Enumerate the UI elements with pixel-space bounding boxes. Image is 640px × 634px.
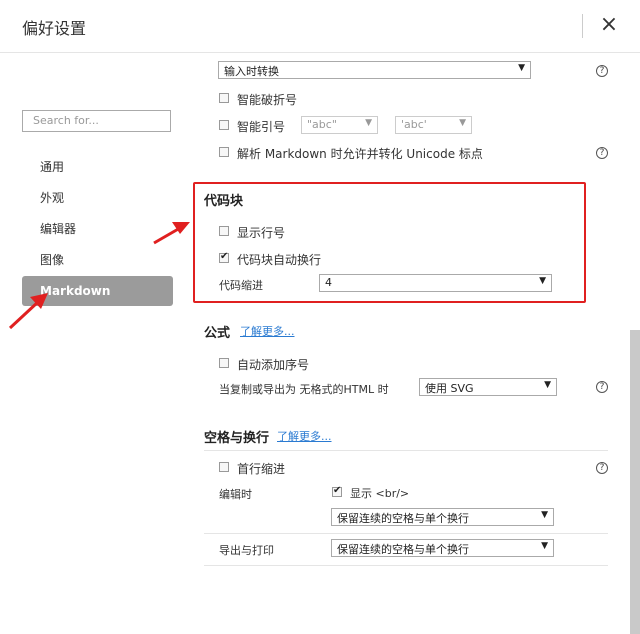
single-quote-select[interactable]: 'abc' ▼ <box>395 116 472 134</box>
help-icon[interactable]: ? <box>596 147 608 159</box>
math-export-select[interactable]: 使用 SVG ▼ <box>419 378 557 396</box>
chevron-down-icon: ▼ <box>541 510 548 520</box>
convert-select-value: 输入时转换 <box>224 65 279 78</box>
arrow-to-markdown <box>8 293 48 330</box>
chevron-down-icon: ▼ <box>459 118 466 128</box>
export-print-label: 导出与打印 <box>219 544 274 557</box>
unicode-label: 解析 Markdown 时允许并转化 Unicode 标点 <box>237 147 483 161</box>
double-quote-value: "abc" <box>307 118 337 131</box>
indent-select-value: 4 <box>325 276 332 289</box>
math-export-label: 当复制或导出为 无格式的HTML 时 <box>219 383 389 396</box>
auto-number-checkbox[interactable] <box>219 358 229 368</box>
section-divider <box>204 533 608 534</box>
unicode-checkbox[interactable] <box>219 147 229 157</box>
help-icon[interactable]: ? <box>596 381 608 393</box>
smart-quotes-checkbox[interactable] <box>219 120 229 130</box>
chevron-down-icon: ▼ <box>544 380 551 390</box>
chevron-down-icon: ▼ <box>518 63 525 73</box>
indent-label: 代码缩进 <box>219 279 263 292</box>
export-whitespace-select[interactable]: 保留连续的空格与单个换行 ▼ <box>331 539 554 557</box>
line-numbers-label: 显示行号 <box>237 226 286 240</box>
math-learn-more-link[interactable]: 了解更多... <box>240 323 295 339</box>
math-heading: 公式 <box>204 326 231 341</box>
codeblock-heading: 代码块 <box>204 194 244 209</box>
arrow-to-codeblock <box>153 222 190 245</box>
scrollbar[interactable] <box>630 330 640 634</box>
auto-wrap-checkbox[interactable] <box>219 251 229 263</box>
line-numbers-checkbox[interactable] <box>219 226 229 236</box>
double-quote-select[interactable]: "abc" ▼ <box>301 116 378 134</box>
smart-quotes-label: 智能引号 <box>237 120 286 134</box>
help-icon[interactable]: ? <box>596 462 608 474</box>
whitespace-heading: 空格与换行 <box>204 431 270 446</box>
help-icon[interactable]: ? <box>596 65 608 77</box>
auto-wrap-label: 代码块自动换行 <box>237 253 322 267</box>
smart-dash-checkbox[interactable] <box>219 93 229 103</box>
edit-label: 编辑时 <box>219 488 252 501</box>
section-divider <box>204 565 608 566</box>
chevron-down-icon: ▼ <box>539 276 546 286</box>
export-whitespace-value: 保留连续的空格与单个换行 <box>337 543 469 556</box>
indent-select[interactable]: 4 ▼ <box>319 274 552 292</box>
smart-dash-label: 智能破折号 <box>237 93 298 107</box>
show-br-label: 显示 <br/> <box>350 487 410 500</box>
show-br-checkbox[interactable] <box>332 485 342 497</box>
single-quote-value: 'abc' <box>401 118 427 131</box>
edit-whitespace-select[interactable]: 保留连续的空格与单个换行 ▼ <box>331 508 554 526</box>
auto-number-label: 自动添加序号 <box>237 358 310 372</box>
whitespace-learn-more-link[interactable]: 了解更多... <box>277 428 332 444</box>
first-indent-checkbox[interactable] <box>219 462 229 472</box>
chevron-down-icon: ▼ <box>541 541 548 551</box>
edit-whitespace-value: 保留连续的空格与单个换行 <box>337 512 469 525</box>
convert-select[interactable]: 输入时转换 ▼ <box>218 61 531 79</box>
chevron-down-icon: ▼ <box>365 118 372 128</box>
math-export-value: 使用 SVG <box>425 382 474 395</box>
first-indent-label: 首行缩进 <box>237 462 286 476</box>
section-divider <box>204 450 608 451</box>
